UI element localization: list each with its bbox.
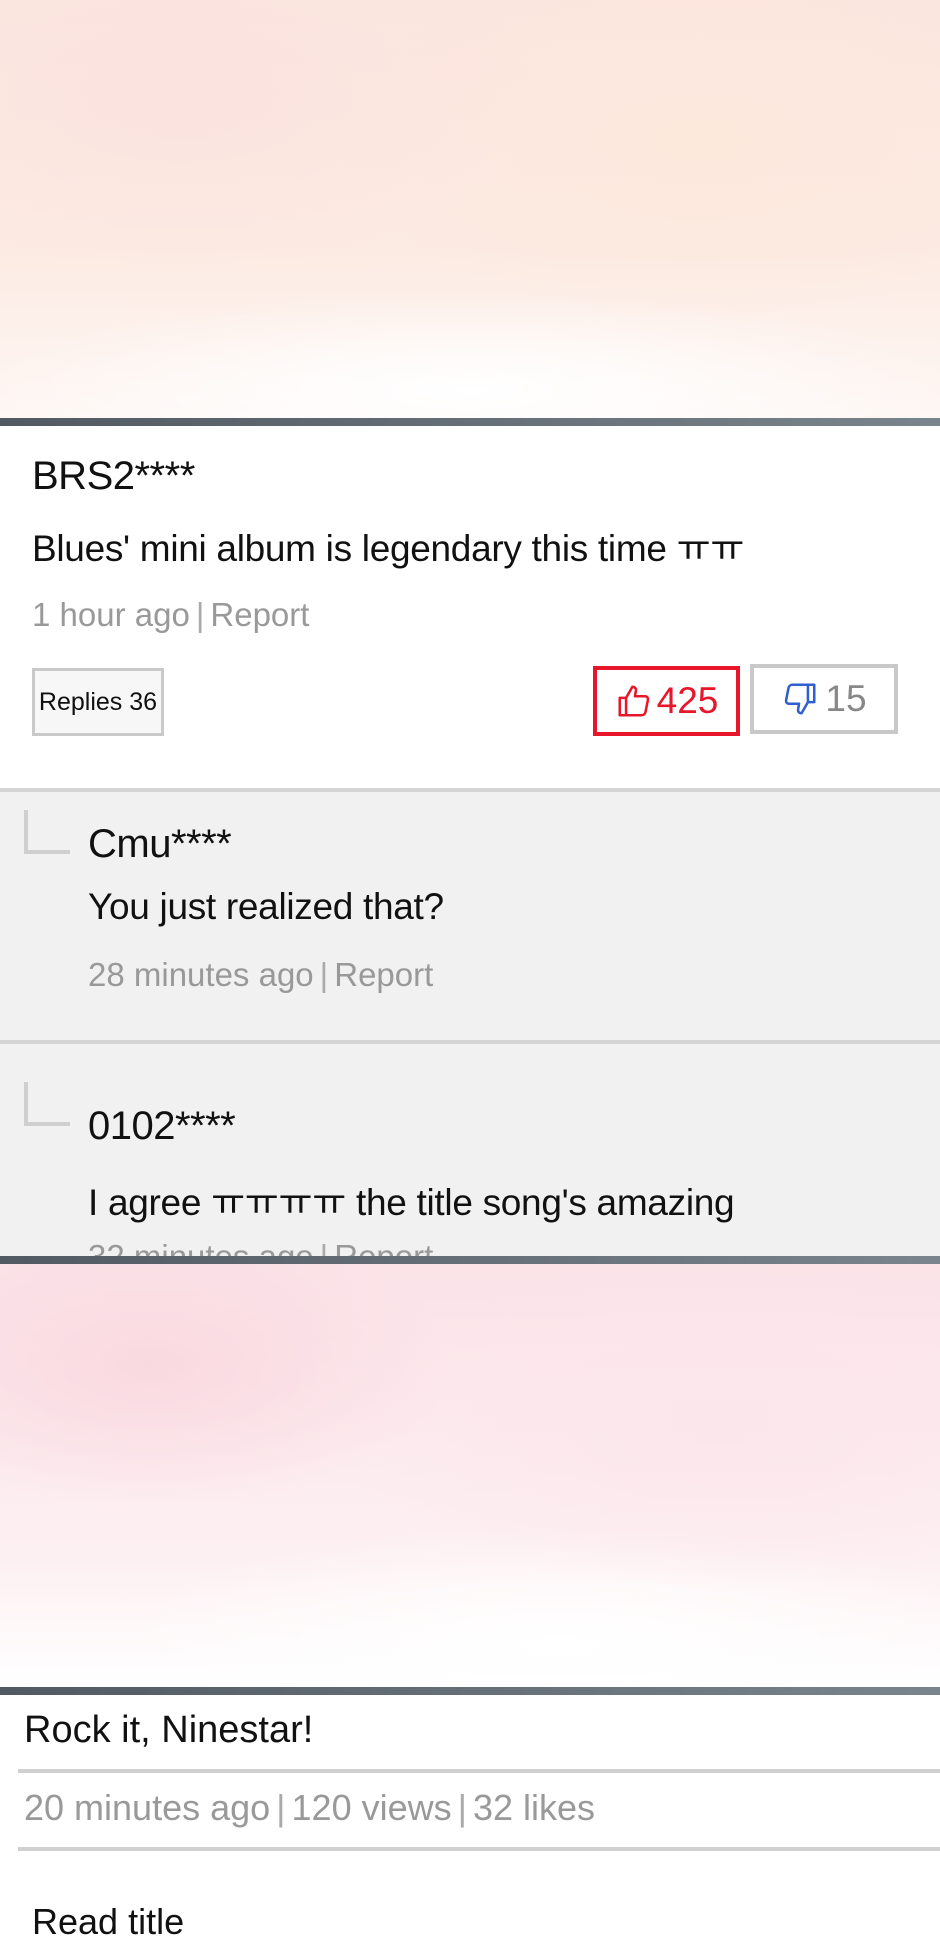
divider-bar-middle [0,1256,940,1264]
reply-item: Cmu**** You just realized that? 28 minut… [0,788,940,1042]
meta-separator: | [319,956,329,993]
post-meta: 20 minutes ago | 120 views | 32 likes [24,1787,595,1829]
reply-text: You just realized that? [88,886,444,927]
replies-button[interactable]: Replies 36 [32,668,164,736]
divider-bar-top [0,418,940,426]
reply-text: I agree ㅠㅠㅠㅠ the title song's amazing [88,1182,735,1223]
dislike-count: 15 [825,678,867,719]
divider [18,1769,940,1773]
reply-elbow-icon [24,810,70,854]
comment-username: BRS2**** [32,454,195,498]
read-title-link[interactable]: Read title [32,1901,184,1943]
divider [18,1847,940,1851]
thumbs-down-icon [785,683,816,715]
report-link[interactable]: Report [210,596,309,633]
reply-username: 0102**** [88,1104,236,1148]
meta-separator: | [195,596,205,633]
dislike-button[interactable]: 15 [750,664,898,734]
comment-text: Blues' mini album is legendary this time… [32,528,745,569]
post-views: 120 views [291,1787,452,1828]
meta-separator: | [276,1787,286,1828]
like-button[interactable]: 425 [593,666,740,736]
reply-meta: 28 minutes ago | Report [88,956,433,994]
divider-bar-bottom [0,1687,940,1695]
comment-main: BRS2**** Blues' mini album is legendary … [0,426,940,788]
comment-time: 1 hour ago [32,596,190,633]
background-image-middle [0,1264,940,1687]
post-likes: 32 likes [472,1787,596,1828]
reply-elbow-icon [24,1082,70,1126]
meta-separator: | [457,1787,467,1828]
comment-meta: 1 hour ago | Report [32,596,309,634]
like-count: 425 [656,680,719,721]
reply-time: 28 minutes ago [88,956,314,993]
thumbs-up-icon [618,685,649,717]
post-time: 20 minutes ago [24,1787,271,1828]
reply-item: 0102**** I agree ㅠㅠㅠㅠ the title song's a… [0,1040,940,1260]
background-image-top [0,0,940,418]
report-link[interactable]: Report [334,956,433,993]
post-info: Rock it, Ninestar! 20 minutes ago | 120 vi… [0,1695,940,1955]
post-title[interactable]: Rock it, Ninestar! [24,1709,313,1752]
reply-username: Cmu**** [88,822,232,866]
